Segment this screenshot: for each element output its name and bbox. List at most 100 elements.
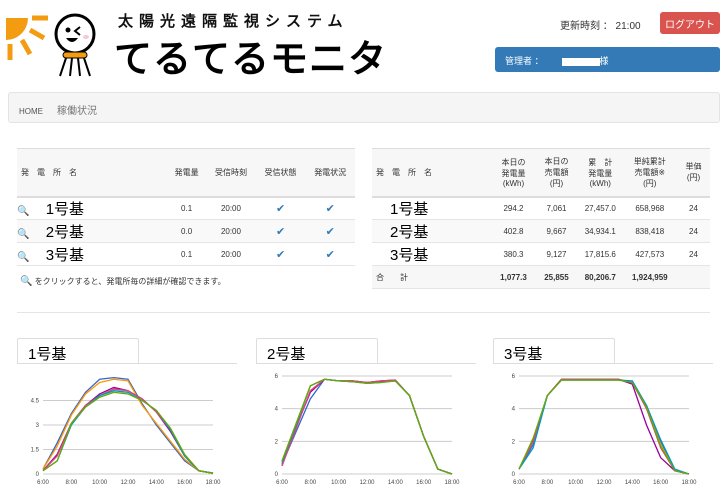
x-tick-label: 6:00 xyxy=(37,480,49,486)
logout-button[interactable]: ログアウト xyxy=(660,12,720,34)
col-header: 受信時刻 xyxy=(214,167,247,177)
cell: 24 xyxy=(689,249,698,259)
generation-value: 0.0 xyxy=(181,226,193,236)
x-tick-label: 12:00 xyxy=(359,480,375,486)
y-tick-label: 6 xyxy=(275,374,279,380)
x-tick-label: 12:00 xyxy=(120,480,136,486)
y-tick-label: 2 xyxy=(512,439,516,445)
generation-status-check-icon: ✔ xyxy=(325,225,335,238)
y-tick-label: 3 xyxy=(36,423,40,429)
x-tick-label: 14:00 xyxy=(388,480,404,486)
hint-text: をクリックすると、発電所毎の詳細が確認できます。 xyxy=(34,277,226,286)
line-chart: 0 1.5 3 4.5 6:00 8:00 10:00 12:00 14:00 16:00 18:0… xyxy=(31,376,221,486)
generation-value: 0.1 xyxy=(181,203,193,213)
cell: 7,061 xyxy=(546,203,567,213)
col-header: 発電所名 xyxy=(21,167,85,177)
user-suffix: 様 xyxy=(599,56,609,66)
divider xyxy=(17,312,710,313)
table-row: 🔍 3号基 0.1 20:00 ✔ ✔ xyxy=(17,243,355,266)
cell: 17,815.6 xyxy=(584,249,616,259)
table-row: 🔍 2号基 0.0 20:00 ✔ ✔ xyxy=(17,219,355,243)
col-header-line: 発電量 xyxy=(501,168,526,178)
receive-status-check-icon: ✔ xyxy=(275,225,286,238)
x-tick-label: 10:00 xyxy=(568,480,584,486)
mascot-logo-icon xyxy=(54,13,96,77)
user-name-redacted xyxy=(561,57,600,66)
col-header: 累 計発電量 (kWh) xyxy=(578,149,623,197)
generation-status-check-icon: ✔ xyxy=(325,202,335,215)
cell: 658,968 xyxy=(635,203,665,213)
col-header: 本日の 売電額 (円) xyxy=(535,149,578,197)
cell: 27,457.0 xyxy=(584,203,616,213)
table-row: 2号基 402.8 9,667 34,934.1 838,418 24 xyxy=(372,219,710,243)
x-tick-label: 6:00 xyxy=(513,480,525,486)
x-tick-label: 14:00 xyxy=(149,480,165,486)
x-tick-label: 10:00 xyxy=(92,480,108,486)
x-tick-label: 12:00 xyxy=(596,480,612,486)
total-row: 合 計 1,077.3 25,855 80,206.7 1,924,959 xyxy=(372,265,710,289)
user-bar: 管理者 ： 様 xyxy=(495,47,720,72)
x-tick-label: 6:00 xyxy=(276,480,288,486)
zoom-detail-icon[interactable]: 🔍 xyxy=(17,206,29,217)
plant-name: 2号基 xyxy=(390,223,429,241)
updated-time: 更新時刻 ： 21:00 xyxy=(560,21,641,32)
y-tick-label: 0 xyxy=(275,472,279,478)
summary-table: 発電所名 本日の 発電量 (kWh) 本日の 売電額 (円) 累 計発電量 (kWh) 単純累計売… xyxy=(372,148,710,289)
x-tick-label: 14:00 xyxy=(625,480,641,486)
y-tick-label: 4 xyxy=(512,407,516,413)
x-tick-label: 16:00 xyxy=(177,480,193,486)
col-header-line: 売電額 xyxy=(544,167,569,177)
col-header: 単純累計 売電額※ (円) xyxy=(623,149,677,197)
tab-underline xyxy=(493,363,713,364)
x-tick-label: 8:00 xyxy=(541,480,553,486)
x-tick-label: 18:00 xyxy=(444,480,460,486)
generation-value: 0.1 xyxy=(181,249,193,259)
cell: 402.8 xyxy=(503,226,524,236)
col-header-line: 単純累計 xyxy=(633,156,666,166)
x-tick-label: 8:00 xyxy=(65,480,77,486)
col-header: 発電量 xyxy=(174,167,199,177)
breadcrumb-home-link[interactable]: HOME xyxy=(19,107,43,116)
unit-price-header: 単価(円) xyxy=(685,162,702,183)
col-header-line: 本日の xyxy=(501,157,526,167)
chart-tab[interactable]: 1号基 xyxy=(17,338,139,364)
cell: 9,667 xyxy=(546,226,567,236)
received-time: 20:00 xyxy=(220,249,241,259)
zoom-detail-icon[interactable]: 🔍 xyxy=(17,252,29,263)
x-tick-label: 8:00 xyxy=(304,480,316,486)
zoom-detail-icon[interactable]: 🔍 xyxy=(17,229,29,240)
col-header-line: (kWh) xyxy=(589,178,611,188)
cell: 24 xyxy=(689,226,698,236)
plant-name: 1号基 xyxy=(390,200,429,218)
col-header-line: 累 計 xyxy=(588,157,613,167)
user-label: 管理者 ： xyxy=(505,56,544,66)
col-header-line: (円) xyxy=(549,178,564,188)
chart-tab[interactable]: 3号基 xyxy=(493,338,615,364)
x-tick-label: 16:00 xyxy=(416,480,432,486)
series-line xyxy=(281,378,453,475)
y-tick-label: 0 xyxy=(512,472,516,478)
y-tick-label: 4 xyxy=(275,407,279,413)
zoom-icon: 🔍 xyxy=(20,276,33,287)
cell: 9,127 xyxy=(546,249,567,259)
table-row: 3号基 380.3 9,127 17,815.6 427,573 24 xyxy=(372,243,710,266)
cell: 838,418 xyxy=(635,226,665,236)
chart-tab[interactable]: 2号基 xyxy=(256,338,378,364)
line-chart: 0 2 4 6 6:00 8:00 10:00 12:00 14:00 16:00 18:00 xyxy=(275,374,461,486)
line-chart: 0 2 4 6 6:00 8:00 10:00 12:00 14:00 16:00 18:00 xyxy=(512,374,698,486)
col-header: 受信状態 xyxy=(264,167,297,177)
cell: 34,934.1 xyxy=(584,226,616,236)
received-time: 20:00 xyxy=(220,226,241,236)
col-header-line: 本日の xyxy=(544,156,569,166)
status-table: 発電所名 発電量 受信時刻 受信状態 発電状況 🔍 1号基 0.1 20:00 … xyxy=(17,148,355,266)
y-tick-label: 6 xyxy=(512,374,516,380)
total-cell xyxy=(677,266,710,289)
y-tick-label: 4.5 xyxy=(31,399,40,405)
table-row: 🔍 1号基 0.1 20:00 ✔ ✔ xyxy=(17,197,355,220)
cell: 294.2 xyxy=(503,203,524,213)
y-tick-label: 1.5 xyxy=(31,448,40,454)
table-row: 1号基 294.2 7,061 27,457.0 658,968 24 xyxy=(372,197,710,220)
col-header-line: 発電量 xyxy=(588,168,613,178)
total-cell: 25,855 xyxy=(544,272,569,282)
plant-name: 3号基 xyxy=(390,246,429,264)
